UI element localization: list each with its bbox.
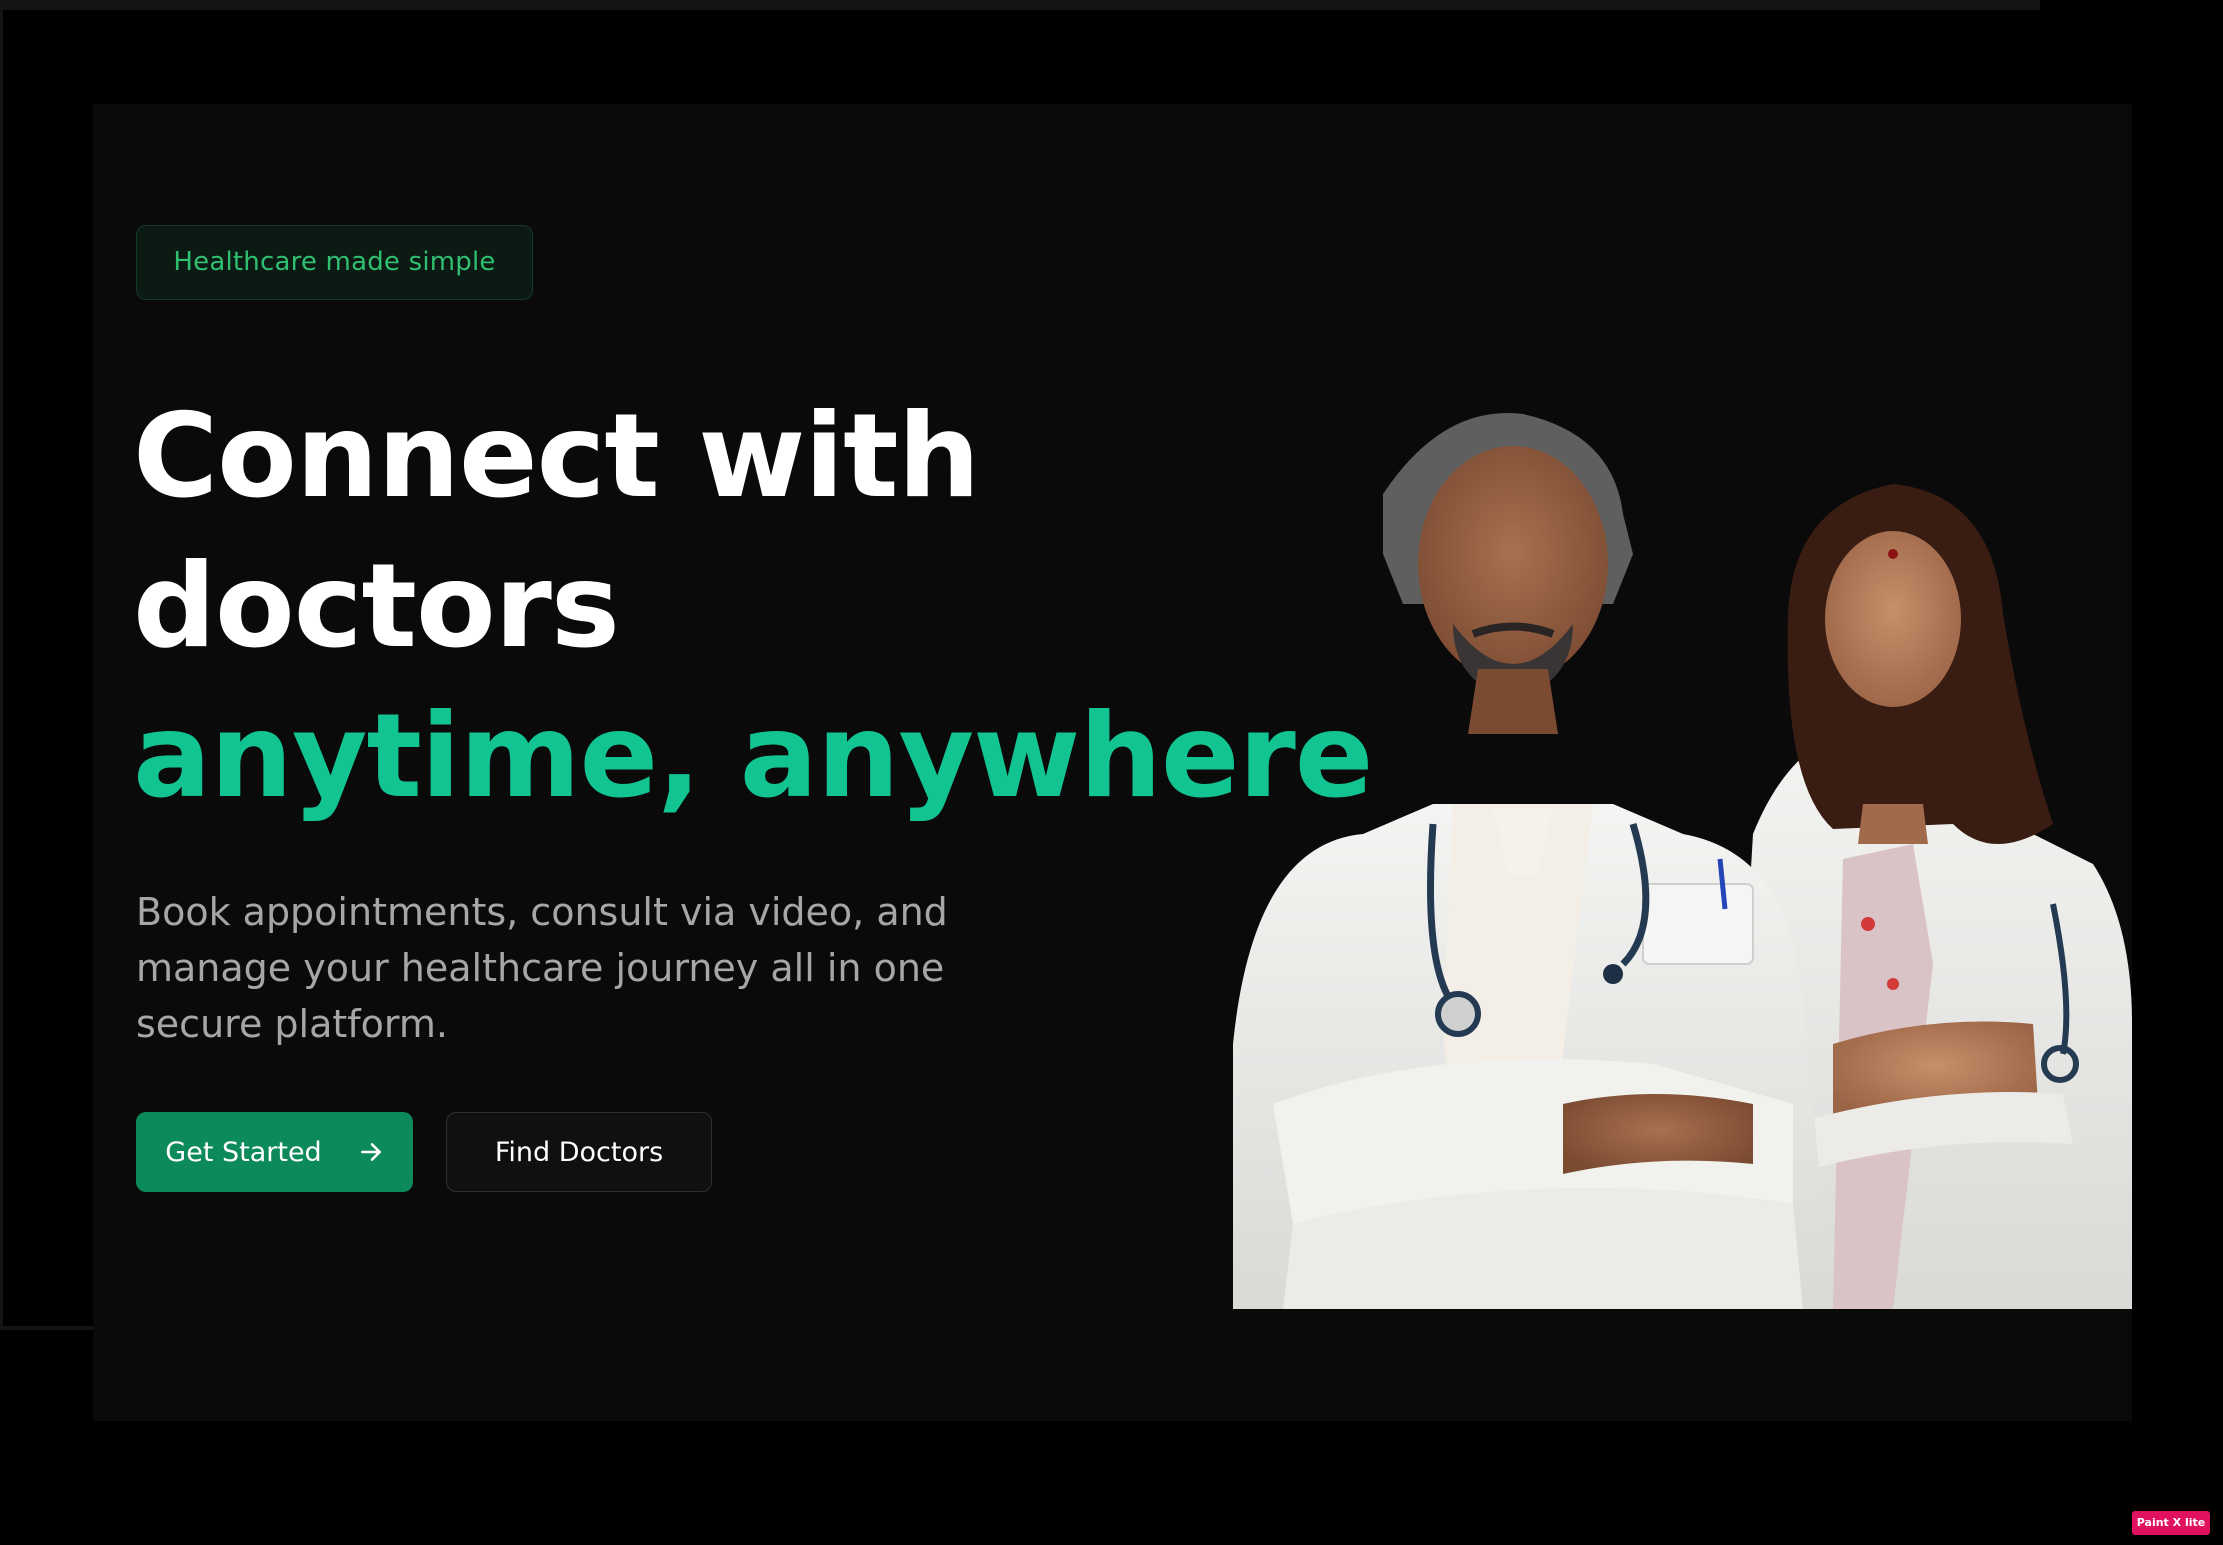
paint-x-lite-watermark: Paint X lite — [2132, 1511, 2210, 1535]
find-doctors-button[interactable]: Find Doctors — [446, 1112, 712, 1192]
headline-line-1: Connect with — [133, 389, 980, 524]
get-started-label: Get Started — [165, 1136, 322, 1168]
arrow-right-icon — [360, 1143, 381, 1161]
headline-accent: anytime, anywhere — [133, 689, 1373, 824]
hero-section: Healthcare made simple Connect with doct… — [93, 104, 2132, 1421]
doctors-photo — [1233, 413, 2132, 1309]
hero-headline: Connect with doctors anytime, anywhere — [133, 382, 1373, 832]
get-started-button[interactable]: Get Started — [136, 1112, 413, 1192]
hero-subtext: Book appointments, consult via video, an… — [136, 890, 948, 1046]
headline-line-2: doctors — [133, 539, 620, 674]
hero-tag-badge: Healthcare made simple — [136, 225, 533, 300]
screen: Healthcare made simple Connect with doct… — [0, 0, 2223, 1545]
find-doctors-label: Find Doctors — [494, 1136, 664, 1168]
